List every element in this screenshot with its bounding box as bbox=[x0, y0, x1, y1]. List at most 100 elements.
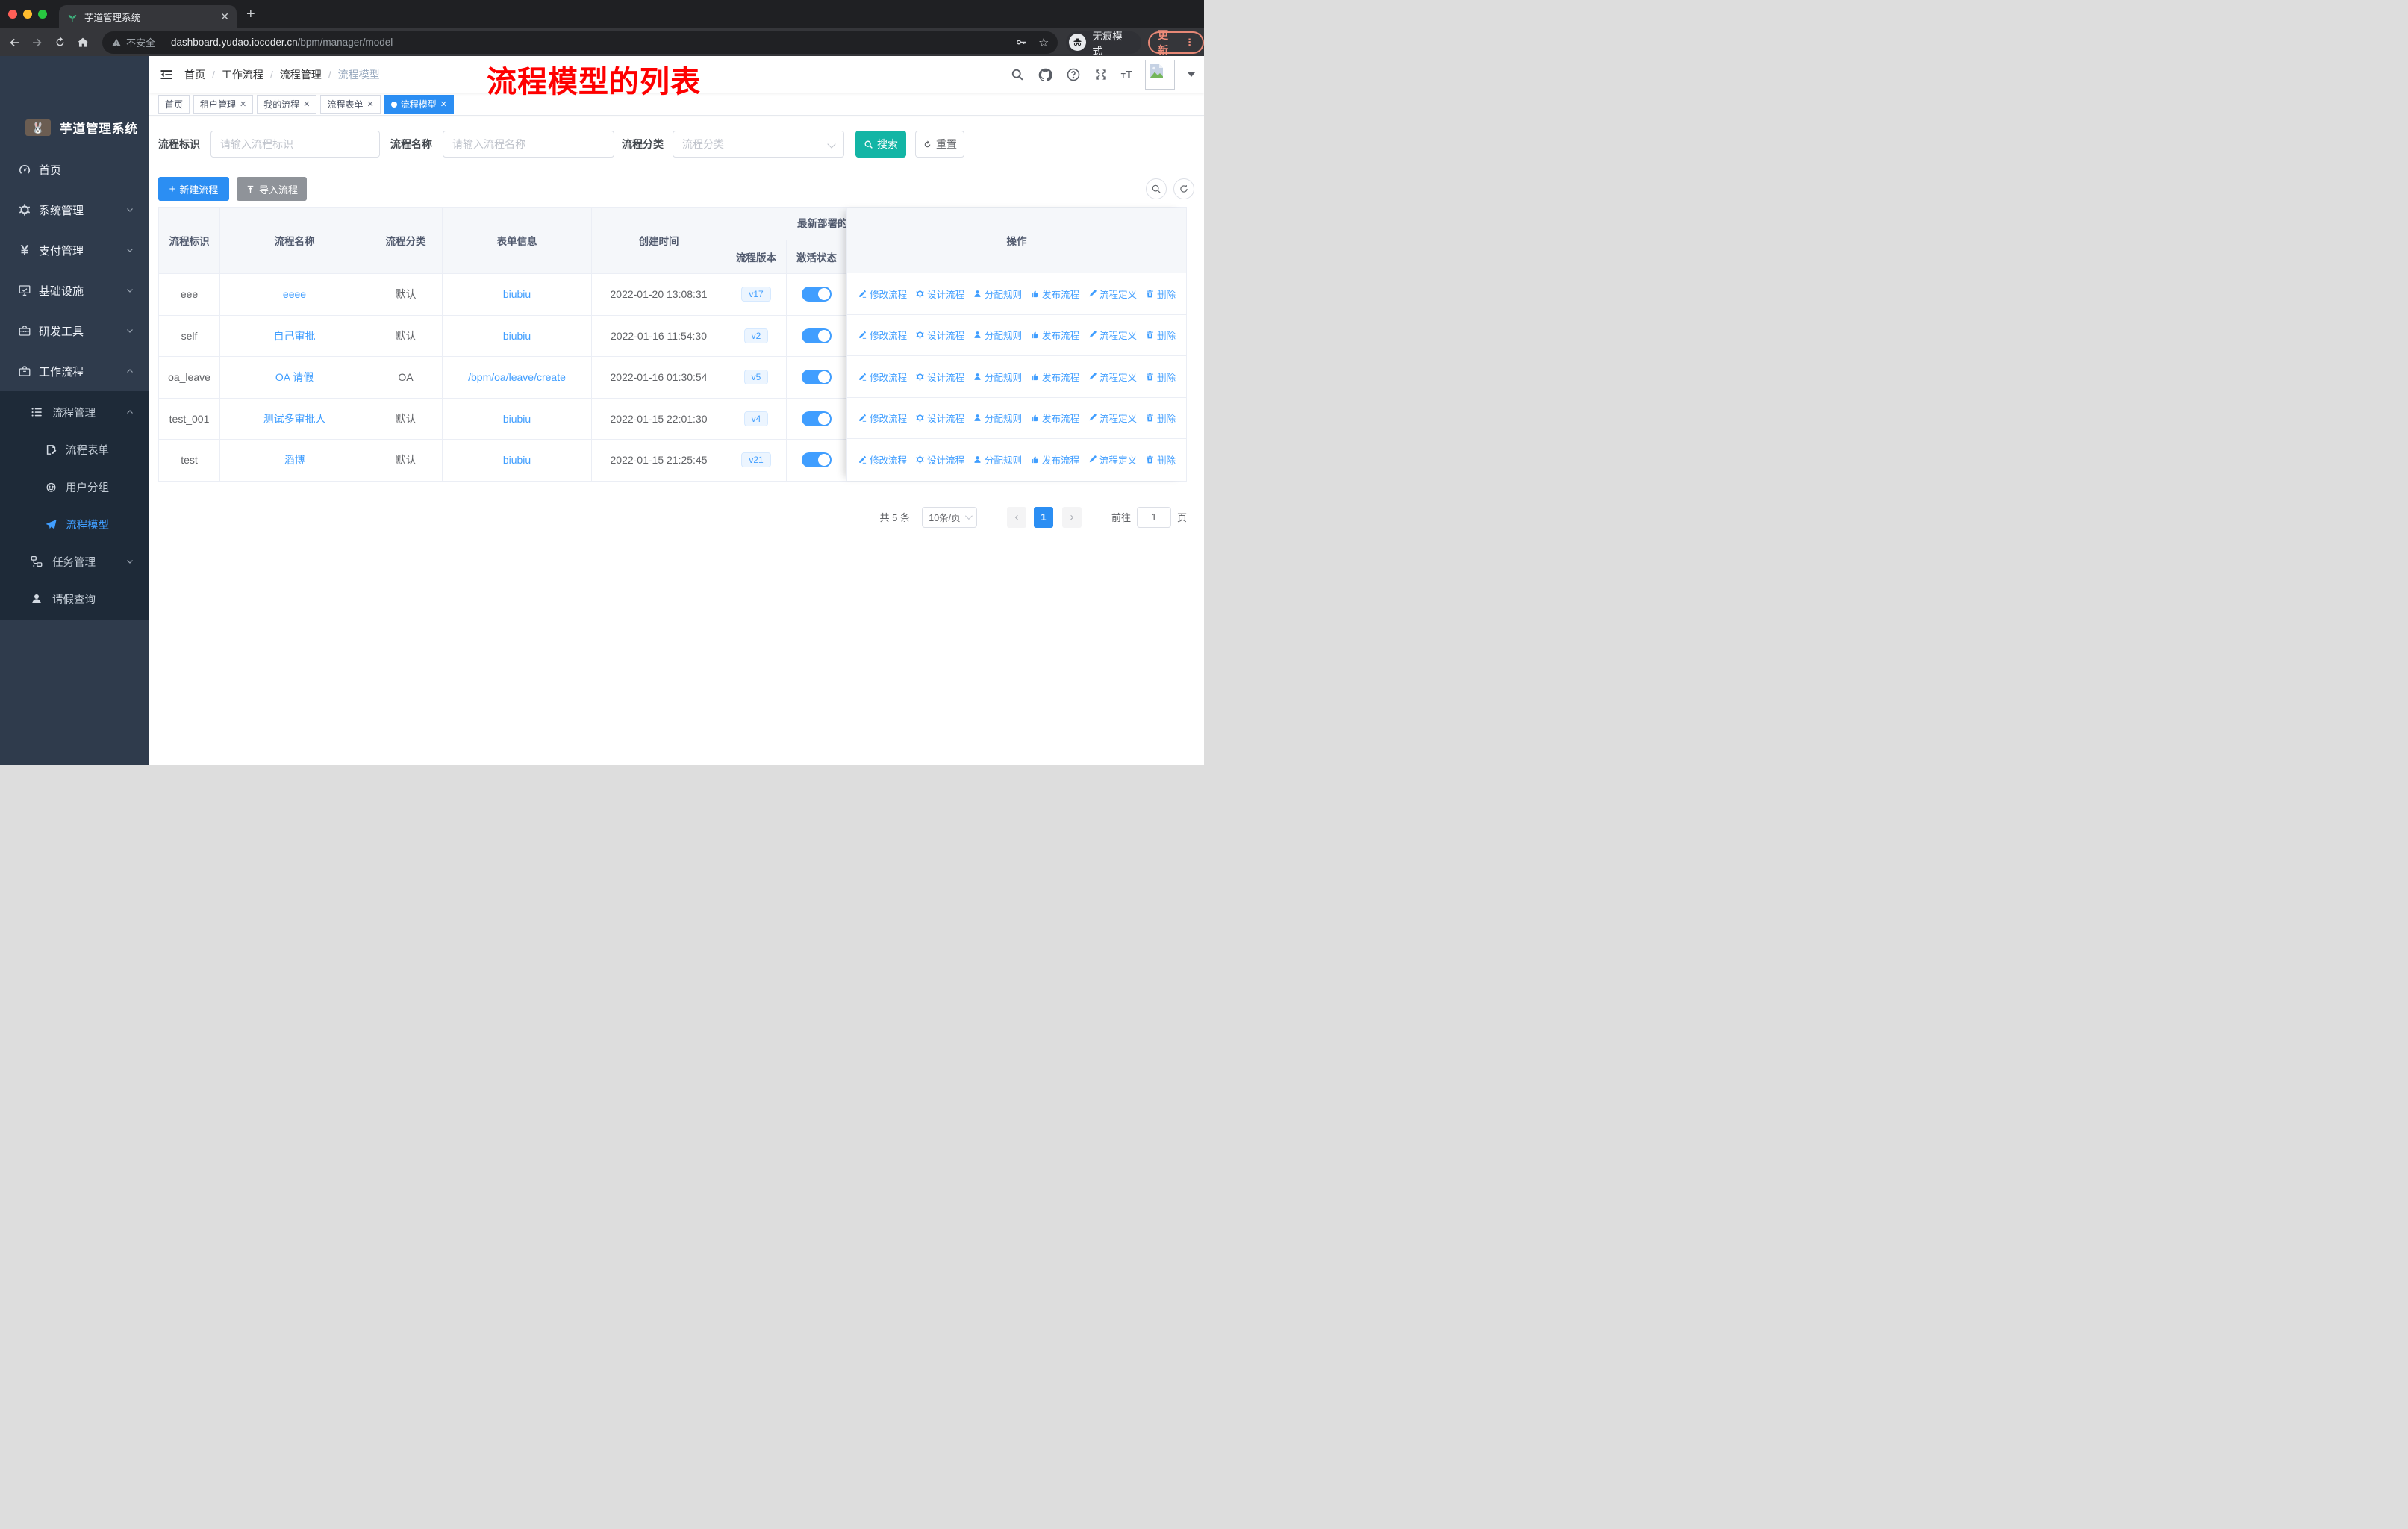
refresh-table-button[interactable] bbox=[1173, 178, 1194, 199]
action-流程定义[interactable]: 流程定义 bbox=[1088, 287, 1137, 301]
form-info-link[interactable]: /bpm/oa/leave/create bbox=[468, 371, 566, 383]
update-button[interactable]: 更新 ⋮ bbox=[1148, 29, 1204, 56]
url-bar[interactable]: 不安全 dashboard.yudao.iocoder.cn/bpm/manag… bbox=[102, 31, 1058, 54]
user-avatar[interactable] bbox=[1145, 60, 1175, 90]
action-设计流程[interactable]: 设计流程 bbox=[915, 328, 964, 342]
active-toggle[interactable] bbox=[802, 452, 832, 468]
tag-流程表单[interactable]: 流程表单 ✕ bbox=[320, 94, 381, 114]
action-分配规则[interactable]: 分配规则 bbox=[973, 452, 1022, 467]
sidebar-item-研发工具[interactable]: 研发工具 bbox=[0, 311, 149, 351]
process-name-input[interactable] bbox=[443, 131, 614, 158]
form-info-link[interactable]: biubiu bbox=[503, 454, 531, 466]
action-删除[interactable]: 删除 bbox=[1145, 370, 1176, 384]
sidebar-fold-icon[interactable] bbox=[159, 67, 174, 82]
breadcrumb-item[interactable]: 流程管理 bbox=[280, 67, 322, 82]
active-toggle[interactable] bbox=[802, 287, 832, 302]
toggle-search-button[interactable] bbox=[1146, 178, 1167, 199]
action-修改流程[interactable]: 修改流程 bbox=[858, 452, 907, 467]
security-indicator[interactable]: 不安全 bbox=[111, 35, 155, 49]
breadcrumb-item[interactable]: 首页 bbox=[184, 67, 205, 82]
sidebar-item-支付管理[interactable]: 支付管理 bbox=[0, 230, 149, 270]
next-page-button[interactable]: › bbox=[1061, 506, 1082, 528]
font-size-icon[interactable]: TT bbox=[1121, 69, 1132, 81]
action-发布流程[interactable]: 发布流程 bbox=[1030, 370, 1079, 384]
reload-icon[interactable] bbox=[54, 36, 66, 49]
action-流程定义[interactable]: 流程定义 bbox=[1088, 328, 1137, 342]
tag-我的流程[interactable]: 我的流程 ✕ bbox=[257, 94, 317, 114]
action-删除[interactable]: 删除 bbox=[1145, 287, 1176, 301]
url-text[interactable]: dashboard.yudao.iocoder.cn/bpm/manager/m… bbox=[171, 37, 393, 48]
action-流程定义[interactable]: 流程定义 bbox=[1088, 370, 1137, 384]
sidebar-item-工作流程[interactable]: 工作流程 bbox=[0, 351, 149, 391]
process-name-link[interactable]: 测试多审批人 bbox=[263, 411, 326, 426]
action-删除[interactable]: 删除 bbox=[1145, 411, 1176, 425]
sidebar-item-流程管理[interactable]: 流程管理 bbox=[0, 393, 149, 431]
create-process-button[interactable]: + 新建流程 bbox=[158, 177, 229, 201]
sidebar-item-系统管理[interactable]: 系统管理 bbox=[0, 190, 149, 230]
goto-page-input[interactable] bbox=[1136, 506, 1171, 528]
bookmark-star-icon[interactable]: ☆ bbox=[1038, 35, 1049, 50]
avatar-caret-icon[interactable] bbox=[1188, 72, 1195, 77]
close-icon[interactable]: ✕ bbox=[240, 99, 246, 109]
browser-menu-icon[interactable]: ⋮ bbox=[1185, 37, 1194, 49]
form-info-link[interactable]: biubiu bbox=[503, 288, 531, 300]
action-删除[interactable]: 删除 bbox=[1145, 328, 1176, 342]
action-设计流程[interactable]: 设计流程 bbox=[915, 287, 964, 301]
maximize-window-button[interactable] bbox=[38, 10, 47, 19]
help-icon[interactable] bbox=[1066, 67, 1081, 82]
github-icon[interactable] bbox=[1038, 67, 1053, 83]
action-设计流程[interactable]: 设计流程 bbox=[915, 370, 964, 384]
forward-icon[interactable] bbox=[31, 36, 44, 49]
reset-button[interactable]: 重置 bbox=[915, 131, 964, 158]
action-发布流程[interactable]: 发布流程 bbox=[1030, 328, 1079, 342]
browser-tab[interactable]: 芋道管理系统 ✕ bbox=[59, 5, 237, 28]
action-删除[interactable]: 删除 bbox=[1145, 452, 1176, 467]
window-controls[interactable] bbox=[8, 10, 47, 19]
close-window-button[interactable] bbox=[8, 10, 17, 19]
process-name-link[interactable]: eeee bbox=[283, 288, 306, 300]
import-process-button[interactable]: 导入流程 bbox=[237, 177, 307, 201]
action-发布流程[interactable]: 发布流程 bbox=[1030, 411, 1079, 425]
close-icon[interactable]: ✕ bbox=[367, 99, 374, 109]
active-toggle[interactable] bbox=[802, 328, 832, 343]
process-name-link[interactable]: OA 请假 bbox=[275, 370, 314, 384]
form-info-link[interactable]: biubiu bbox=[503, 330, 531, 342]
action-修改流程[interactable]: 修改流程 bbox=[858, 411, 907, 425]
key-icon[interactable] bbox=[1015, 36, 1028, 49]
home-icon[interactable] bbox=[76, 36, 90, 49]
action-修改流程[interactable]: 修改流程 bbox=[858, 328, 907, 342]
fullscreen-icon[interactable] bbox=[1094, 67, 1108, 82]
action-流程定义[interactable]: 流程定义 bbox=[1088, 411, 1137, 425]
sidebar-item-请假查询[interactable]: 请假查询 bbox=[0, 580, 149, 617]
sidebar-item-基础设施[interactable]: 基础设施 bbox=[0, 270, 149, 311]
process-category-select[interactable]: 流程分类 bbox=[673, 131, 844, 158]
sidebar-item-任务管理[interactable]: 任务管理 bbox=[0, 543, 149, 580]
action-设计流程[interactable]: 设计流程 bbox=[915, 452, 964, 467]
breadcrumb-item[interactable]: 工作流程 bbox=[222, 67, 263, 82]
sidebar-item-首页[interactable]: 首页 bbox=[0, 149, 149, 190]
action-修改流程[interactable]: 修改流程 bbox=[858, 370, 907, 384]
tag-租户管理[interactable]: 租户管理 ✕ bbox=[193, 94, 254, 114]
action-分配规则[interactable]: 分配规则 bbox=[973, 287, 1022, 301]
search-icon[interactable] bbox=[1010, 67, 1025, 82]
page-size-select[interactable]: 10条/页 bbox=[921, 506, 977, 528]
tag-首页[interactable]: 首页 bbox=[158, 94, 190, 114]
app-logo[interactable]: 🐰 芋道管理系统 bbox=[25, 119, 138, 137]
action-发布流程[interactable]: 发布流程 bbox=[1030, 287, 1079, 301]
action-流程定义[interactable]: 流程定义 bbox=[1088, 452, 1137, 467]
back-icon[interactable] bbox=[7, 36, 21, 49]
action-修改流程[interactable]: 修改流程 bbox=[858, 287, 907, 301]
active-toggle[interactable] bbox=[802, 411, 832, 426]
action-分配规则[interactable]: 分配规则 bbox=[973, 370, 1022, 384]
minimize-window-button[interactable] bbox=[23, 10, 32, 19]
process-key-input[interactable] bbox=[210, 131, 380, 158]
prev-page-button[interactable]: ‹ bbox=[1006, 506, 1026, 528]
action-发布流程[interactable]: 发布流程 bbox=[1030, 452, 1079, 467]
action-分配规则[interactable]: 分配规则 bbox=[973, 328, 1022, 342]
sidebar-item-流程模型[interactable]: 流程模型 bbox=[0, 505, 149, 543]
process-name-link[interactable]: 滔博 bbox=[284, 452, 305, 467]
page-number-1[interactable]: 1 bbox=[1033, 506, 1053, 528]
action-设计流程[interactable]: 设计流程 bbox=[915, 411, 964, 425]
tag-流程模型[interactable]: 流程模型 ✕ bbox=[384, 94, 454, 114]
tab-close-icon[interactable]: ✕ bbox=[220, 10, 229, 23]
